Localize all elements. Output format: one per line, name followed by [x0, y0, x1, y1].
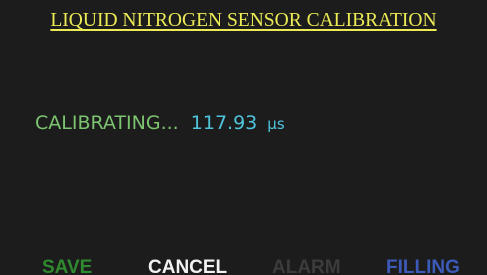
page-title: LIQUID NITROGEN SENSOR CALIBRATION: [50, 10, 437, 31]
alarm-button[interactable]: ALARM: [272, 257, 341, 275]
softkey-bar: SAVE CANCEL ALARM FILLING: [0, 257, 487, 275]
status-unit: μs: [267, 115, 285, 133]
status-value: 117.93: [190, 112, 258, 134]
filling-button[interactable]: FILLING: [386, 257, 460, 275]
calibration-screen: LIQUID NITROGEN SENSOR CALIBRATION CALIB…: [0, 0, 487, 275]
save-button[interactable]: SAVE: [42, 257, 92, 275]
cancel-button[interactable]: CANCEL: [148, 257, 227, 275]
status-label: CALIBRATING...: [35, 112, 179, 134]
calibration-status: CALIBRATING... 117.93 μs: [35, 111, 285, 136]
